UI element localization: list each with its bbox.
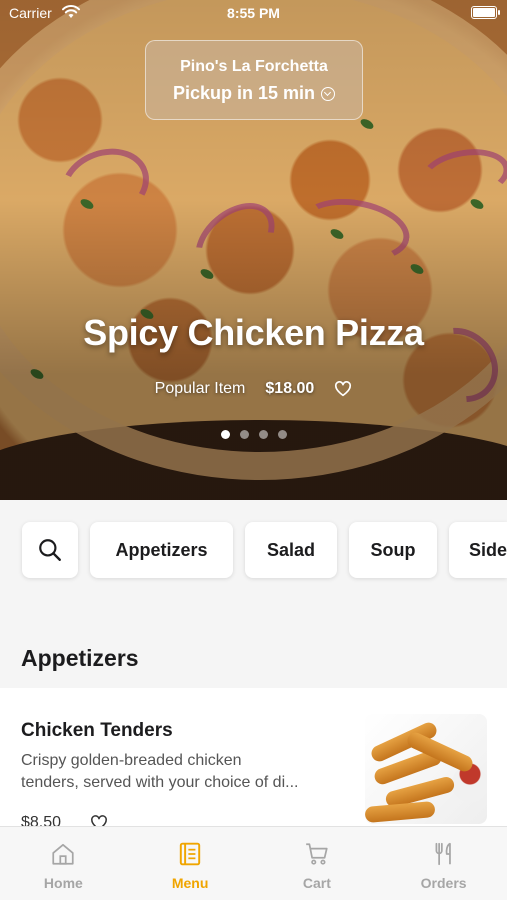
category-chip-soup[interactable]: Soup <box>349 522 437 578</box>
cart-icon <box>306 843 328 865</box>
hero-carousel[interactable]: Carrier 8:55 PM Pino's La Forchetta Pick… <box>0 0 507 500</box>
carousel-pagination[interactable] <box>0 430 507 439</box>
restaurant-pickup-selector[interactable]: Pino's La Forchetta Pickup in 15 min <box>145 40 363 120</box>
pickup-time-label: Pickup in 15 min <box>172 83 316 103</box>
home-icon <box>52 843 74 865</box>
battery-icon <box>471 6 500 19</box>
featured-item-title: Spicy Chicken Pizza <box>83 312 424 353</box>
tab-bar: Home Menu Cart Orders <box>0 826 507 900</box>
tab-label: Menu <box>171 875 209 891</box>
tab-home[interactable]: Home <box>0 827 127 900</box>
category-chip-salad[interactable]: Salad <box>245 522 337 578</box>
carousel-dot[interactable] <box>277 430 287 439</box>
tab-label: Cart <box>302 875 331 891</box>
category-chip-appetizers[interactable]: Appetizers <box>90 522 233 578</box>
item-description-line: tenders, served with your choice of di..… <box>21 774 299 791</box>
tab-menu[interactable]: Menu <box>127 827 254 900</box>
item-description: Crispy golden-breaded chicken tenders, s… <box>21 750 346 794</box>
item-name: Chicken Tenders <box>21 720 173 741</box>
item-photo <box>365 714 487 824</box>
tab-cart[interactable]: Cart <box>254 827 381 900</box>
heart-icon[interactable] <box>334 380 352 398</box>
search-button[interactable] <box>22 522 78 578</box>
carousel-dot[interactable] <box>239 430 249 439</box>
featured-item-price: $18.00 <box>265 380 315 397</box>
carousel-dot[interactable] <box>220 430 230 439</box>
section-title: Appetizers <box>21 645 139 671</box>
item-description-line: Crispy golden-breaded chicken <box>21 752 242 769</box>
search-icon <box>39 539 61 561</box>
tab-orders[interactable]: Orders <box>380 827 507 900</box>
tender-shape <box>365 800 436 824</box>
popular-tag: Popular Item <box>154 380 246 397</box>
tab-label: Home <box>43 875 83 891</box>
restaurant-name: Pino's La Forchetta <box>180 58 328 75</box>
pickup-time-row: Pickup in 15 min <box>146 83 362 104</box>
orders-icon <box>435 842 451 866</box>
tab-label: Orders <box>420 875 467 891</box>
status-bar: Carrier 8:55 PM <box>0 0 507 28</box>
menu-icon <box>179 842 201 866</box>
chevron-down-circle-icon <box>321 86 336 101</box>
featured-item-meta: Popular Item $18.00 <box>0 380 507 398</box>
menu-item-card[interactable]: Chicken Tenders Crispy golden-breaded ch… <box>0 688 507 831</box>
clock: 8:55 PM <box>227 5 280 21</box>
carousel-dot[interactable] <box>258 430 268 439</box>
category-bar: Appetizers Salad Soup Sides <box>0 500 507 600</box>
category-chip-sides[interactable]: Sides <box>449 522 507 578</box>
